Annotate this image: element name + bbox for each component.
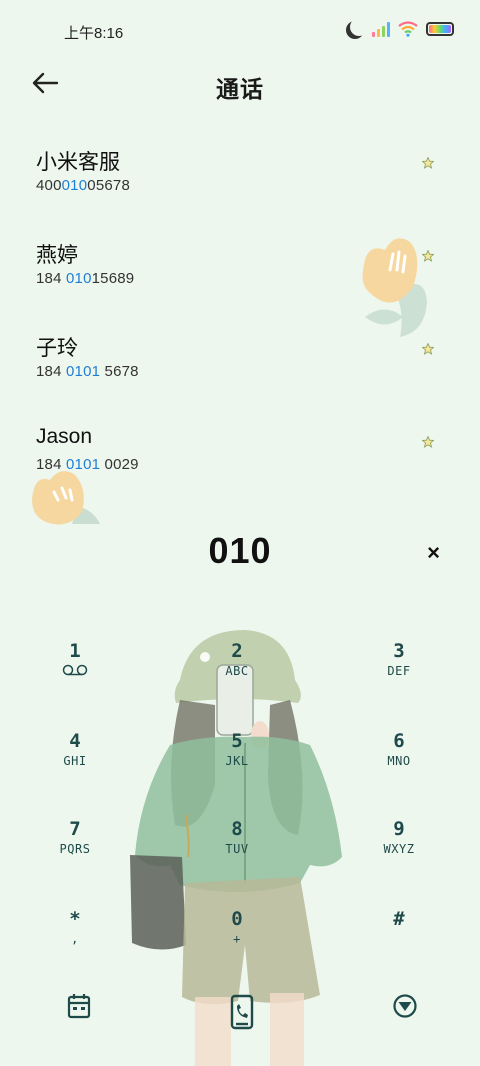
contact-item[interactable]: 子玲 184 0101 5678 bbox=[0, 316, 480, 396]
clear-button[interactable]: × bbox=[427, 540, 440, 566]
key-0[interactable]: 0 + bbox=[182, 908, 292, 982]
key-1[interactable]: 1 bbox=[20, 640, 130, 714]
contact-item[interactable]: 燕婷 184 01015689 bbox=[0, 223, 480, 303]
contact-item[interactable]: Jason 184 0101 0029 bbox=[0, 409, 480, 489]
contact-number: 184 0101 0029 bbox=[36, 456, 139, 473]
contact-number: 184 0101 5678 bbox=[36, 363, 139, 380]
star-icon bbox=[422, 436, 434, 448]
star-icon bbox=[422, 250, 434, 262]
key-7[interactable]: 7 PQRS bbox=[20, 818, 130, 892]
key-star[interactable]: * , bbox=[20, 908, 130, 982]
phone-dial-icon[interactable] bbox=[222, 992, 262, 1032]
key-5[interactable]: 5 JKL bbox=[182, 730, 292, 804]
contact-name: 燕婷 bbox=[36, 244, 78, 267]
wifi-icon bbox=[398, 21, 418, 37]
contact-item[interactable]: 小米客服 40001005678 bbox=[0, 130, 480, 210]
star-icon bbox=[422, 157, 434, 169]
moon-icon bbox=[350, 18, 368, 36]
calendar-icon[interactable] bbox=[59, 986, 99, 1026]
battery-icon bbox=[426, 22, 454, 36]
key-6[interactable]: 6 MNO bbox=[344, 730, 454, 804]
contact-name: 子玲 bbox=[36, 337, 78, 360]
contact-number: 40001005678 bbox=[36, 177, 130, 194]
voicemail-icon bbox=[62, 664, 88, 676]
contact-number: 184 01015689 bbox=[36, 270, 135, 287]
triangle-down-icon[interactable] bbox=[385, 986, 425, 1026]
signal-icon bbox=[372, 21, 390, 37]
key-3[interactable]: 3 DEF bbox=[344, 640, 454, 714]
key-4[interactable]: 4 GHI bbox=[20, 730, 130, 804]
page-title: 通话 bbox=[216, 76, 264, 102]
key-2[interactable]: 2 ABC bbox=[182, 640, 292, 714]
header: 通话 bbox=[0, 62, 480, 106]
star-icon bbox=[422, 343, 434, 355]
contact-name: 小米客服 bbox=[36, 151, 120, 174]
status-time: 上午8:16 bbox=[64, 25, 124, 42]
key-9[interactable]: 9 WXYZ bbox=[344, 818, 454, 892]
key-8[interactable]: 8 TUV bbox=[182, 818, 292, 892]
contact-name: Jason bbox=[36, 425, 93, 448]
dial-number-display[interactable]: 010 bbox=[0, 530, 480, 572]
status-icons bbox=[346, 20, 454, 38]
status-bar: 上午8:16 bbox=[0, 0, 480, 62]
key-hash[interactable]: # bbox=[344, 908, 454, 982]
